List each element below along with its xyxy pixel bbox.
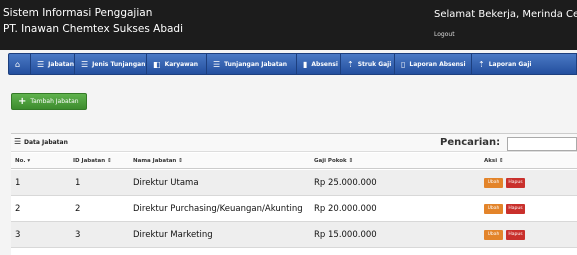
sort-icon: ▾ <box>27 158 31 164</box>
nav-jabatan[interactable]: ☰ Jabatan <box>31 54 75 74</box>
cell-id: 1 <box>75 178 81 188</box>
table-header: No. ▾ ID Jabatan ⇕ Nama Jabatan ⇕ Gaji P… <box>11 153 577 169</box>
nav-label: Laporan Absensi <box>409 60 466 68</box>
nav-struk-gaji[interactable]: ⇡ Struk Gaji <box>341 54 395 74</box>
document-icon: ▯ <box>401 59 406 69</box>
nav-absensi[interactable]: ▮ Absensi <box>297 54 341 74</box>
cell-gaji: Rp 15.000.000 <box>314 230 377 240</box>
nav-label: Tunjangan Jabatan <box>224 60 288 68</box>
table-row: 3 3 Direktur Marketing Rp 15.000.000 Uba… <box>11 222 577 248</box>
user-icon: ◧ <box>153 59 161 69</box>
list-icon: ☰ <box>37 59 45 69</box>
cell-nama: Direktur Marketing <box>133 230 213 240</box>
sort-icon: ⇕ <box>348 158 354 164</box>
column-header-no[interactable]: No. ▾ <box>15 158 30 164</box>
nav-home[interactable]: ⌂ <box>9 54 31 74</box>
welcome-message: Selamat Bekerja, Merinda Cecilia <box>434 9 577 20</box>
search-label: Pencarian: <box>440 137 501 148</box>
sort-icon: ⇕ <box>499 158 504 164</box>
add-button-label: Tambah Jabatan <box>30 98 79 105</box>
panel-header: ☰ Data Jabatan Pencarian: <box>11 134 577 152</box>
nav-tunjangan-jabatan[interactable]: ☰ Tunjangan Jabatan <box>207 54 297 74</box>
company-name: PT. Inawan Chemtex Sukses Abadi <box>3 23 183 35</box>
main-nav: ⌂ ☰ Jabatan ☰ Jenis Tunjangan ◧ Karyawan… <box>8 53 577 75</box>
logout-link[interactable]: Logout <box>434 31 455 38</box>
money-icon: ⇡ <box>347 59 354 69</box>
sort-icon: ⇕ <box>178 158 183 164</box>
nav-jenis-tunjangan[interactable]: ☰ Jenis Tunjangan <box>75 54 147 74</box>
edit-button[interactable]: Ubah <box>484 204 503 214</box>
column-header-aksi[interactable]: Aksi ⇕ <box>484 158 504 164</box>
edit-button[interactable]: Ubah <box>484 178 503 188</box>
column-header-nama[interactable]: Nama Jabatan ⇕ <box>133 158 183 164</box>
cell-gaji: Rp 25.000.000 <box>314 178 377 188</box>
nav-laporan-gaji[interactable]: ⇡ Laporan Gaji <box>472 54 576 74</box>
home-icon: ⌂ <box>15 59 21 69</box>
sort-icon: ⇕ <box>107 158 112 164</box>
edit-button[interactable]: Ubah <box>484 230 503 240</box>
cell-nama: Direktur Utama <box>133 178 199 188</box>
delete-button[interactable]: Hapus <box>506 230 525 240</box>
cell-nama: Direktur Purchasing/Keuangan/Akunting <box>133 204 303 214</box>
search-input[interactable] <box>507 137 577 151</box>
nav-laporan-absensi[interactable]: ▯ Laporan Absensi <box>395 54 472 74</box>
nav-label: Karyawan <box>164 60 199 68</box>
delete-button[interactable]: Hapus <box>506 178 525 188</box>
table-row: 2 2 Direktur Purchasing/Keuangan/Akuntin… <box>11 196 577 222</box>
money-icon: ⇡ <box>478 59 485 69</box>
nav-label: Jabatan <box>48 60 74 68</box>
nav-label: Struk Gaji <box>357 60 392 68</box>
cell-gaji: Rp 20.000.000 <box>314 204 377 214</box>
nav-label: Jenis Tunjangan <box>92 60 146 68</box>
table-row: 1 1 Direktur Utama Rp 25.000.000 Ubah Ha… <box>11 170 577 196</box>
column-header-gaji[interactable]: Gaji Pokok ⇕ <box>314 158 353 164</box>
add-jabatan-button[interactable]: + Tambah Jabatan <box>11 93 87 110</box>
nav-label: Laporan Gaji <box>488 60 532 68</box>
list-icon: ☰ <box>14 137 22 146</box>
nav-karyawan[interactable]: ◧ Karyawan <box>147 54 207 74</box>
list-icon: ☰ <box>213 59 221 69</box>
app-title: Sistem Informasi Penggajian <box>3 7 153 19</box>
top-header: Sistem Informasi Penggajian PT. Inawan C… <box>0 0 577 50</box>
data-panel: ☰ Data Jabatan Pencarian: No. ▾ ID Jabat… <box>11 133 577 255</box>
list-icon: ☰ <box>81 59 89 69</box>
cell-no: 1 <box>15 178 21 188</box>
plus-icon: + <box>18 96 27 107</box>
cell-id: 3 <box>75 230 81 240</box>
delete-button[interactable]: Hapus <box>506 204 525 214</box>
nav-label: Absensi <box>311 60 338 68</box>
panel-title: Data Jabatan <box>24 139 68 146</box>
cell-id: 2 <box>75 204 81 214</box>
document-icon: ▮ <box>303 59 308 69</box>
cell-no: 3 <box>15 230 21 240</box>
cell-no: 2 <box>15 204 21 214</box>
column-header-id[interactable]: ID Jabatan ⇕ <box>73 158 112 164</box>
